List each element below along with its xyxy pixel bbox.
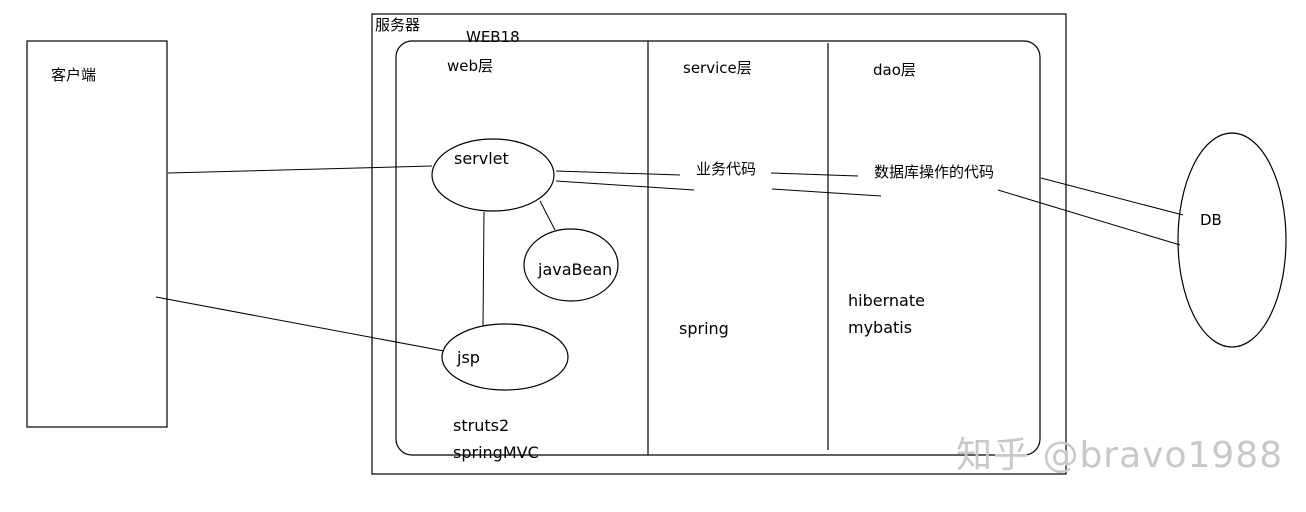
jsp-label: jsp [457, 348, 480, 367]
client-box [26, 40, 168, 428]
servlet-jsp-line [482, 211, 485, 327]
service-layer-title: service层 [683, 59, 752, 77]
web-app-box [395, 40, 1041, 456]
service-framework-spring: spring [679, 319, 729, 338]
client-label: 客户端 [51, 66, 97, 84]
dao-content-label: 数据库操作的代码 [874, 163, 995, 181]
watermark: 知乎 @bravo1988 [956, 435, 1284, 476]
app-name-label: WEB18 [466, 28, 520, 46]
servlet-service-line-2 [555, 180, 695, 191]
dao-framework-mybatis: mybatis [848, 318, 913, 337]
db-label: DB [1200, 211, 1222, 229]
servlet-javabean-line [539, 200, 556, 231]
client-servlet-line [167, 165, 433, 174]
dao-layer-title: dao层 [873, 61, 916, 79]
service-content-label: 业务代码 [696, 160, 757, 178]
web-framework-struts2: struts2 [453, 416, 510, 435]
db-ellipse [1177, 132, 1287, 348]
web-framework-springmvc: springMVC [453, 443, 539, 462]
dao-db-line-2 [997, 189, 1181, 246]
service-dao-line-2 [771, 188, 882, 197]
server-box [371, 13, 1067, 475]
dao-framework-hibernate: hibernate [848, 291, 925, 310]
javabean-label: javaBean [538, 260, 613, 279]
service-dao-line-1 [770, 172, 859, 177]
client-jsp-line [155, 296, 445, 352]
servlet-service-line-1 [555, 170, 681, 176]
server-label: 服务器 [375, 16, 421, 34]
web-layer-title: web层 [447, 57, 494, 75]
servlet-label: servlet [454, 149, 509, 168]
